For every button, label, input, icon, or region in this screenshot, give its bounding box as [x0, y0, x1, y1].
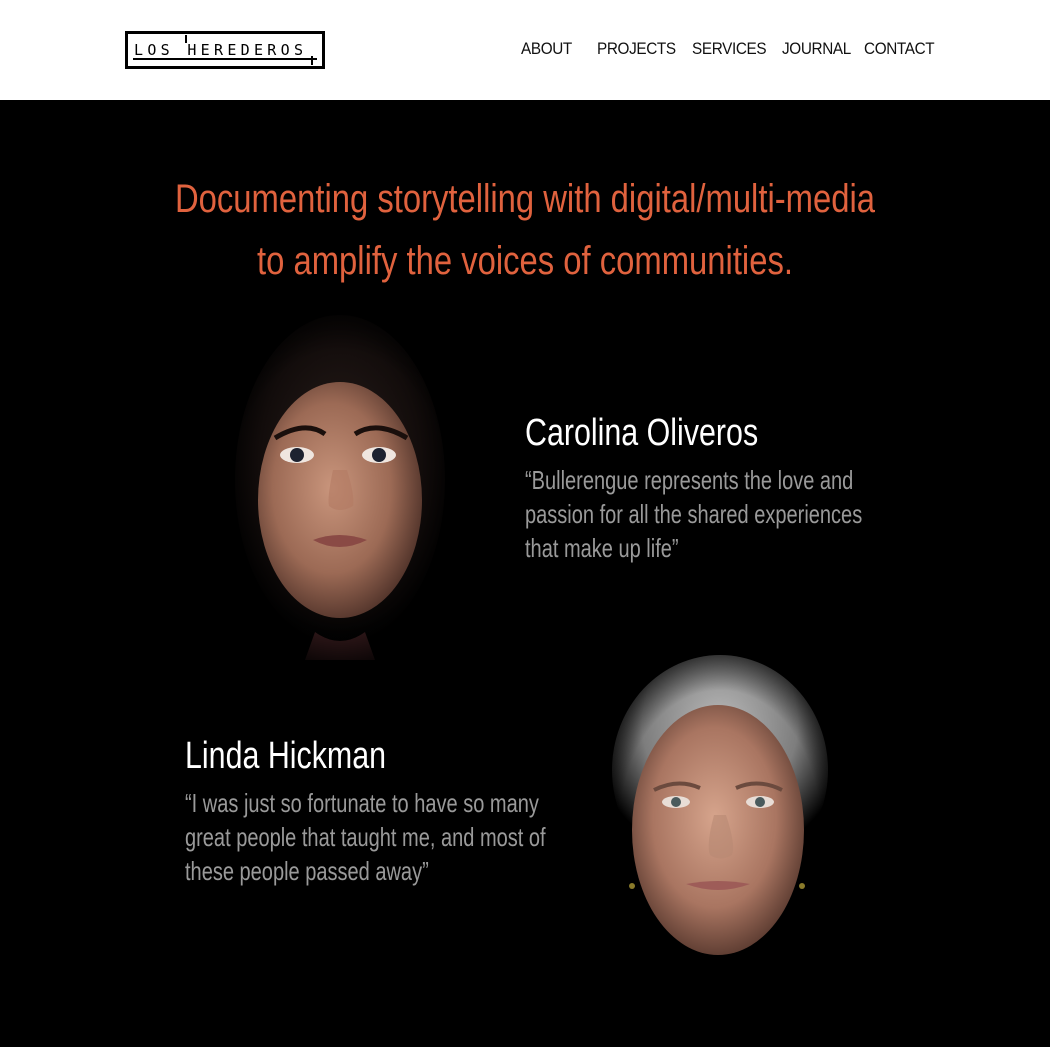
nav-link-services[interactable]: SERVICES [692, 38, 767, 60]
nav-link-projects[interactable]: PROJECTS [597, 38, 676, 60]
hero-tagline-line: Documenting storytelling with digital/mu… [174, 177, 876, 221]
profile-card-carolina: Carolina Oliveros “Bullerengue represent… [525, 405, 905, 565]
nav-link-journal[interactable]: JOURNAL [782, 38, 851, 60]
site-header: LOS HEREDEROS ABOUT PROJECTS SERVICES JO… [0, 0, 1050, 100]
hero-tagline-line: to amplify the voices of communities. [257, 239, 793, 283]
nav-link-contact[interactable]: CONTACT [864, 38, 935, 60]
portrait-image-linda [590, 650, 850, 1000]
logo-tick-mark [311, 56, 313, 65]
profile-quote: “Bullerengue represents the love and pas… [525, 465, 863, 563]
profile-name: Linda Hickman [185, 735, 387, 777]
profile-quote: “I was just so fortunate to have so many… [185, 788, 546, 886]
profile-name: Carolina Oliveros [525, 412, 759, 454]
logo-underline [133, 58, 317, 60]
portrait-image-carolina [205, 310, 475, 660]
nav-link-about[interactable]: ABOUT [521, 38, 572, 60]
hero-tagline: Documenting storytelling with digital/mu… [95, 168, 956, 292]
logo-text: LOS HEREDEROS [134, 41, 308, 59]
profile-card-linda: Linda Hickman “I was just so fortunate t… [185, 728, 565, 888]
site-logo[interactable]: LOS HEREDEROS [125, 31, 325, 69]
